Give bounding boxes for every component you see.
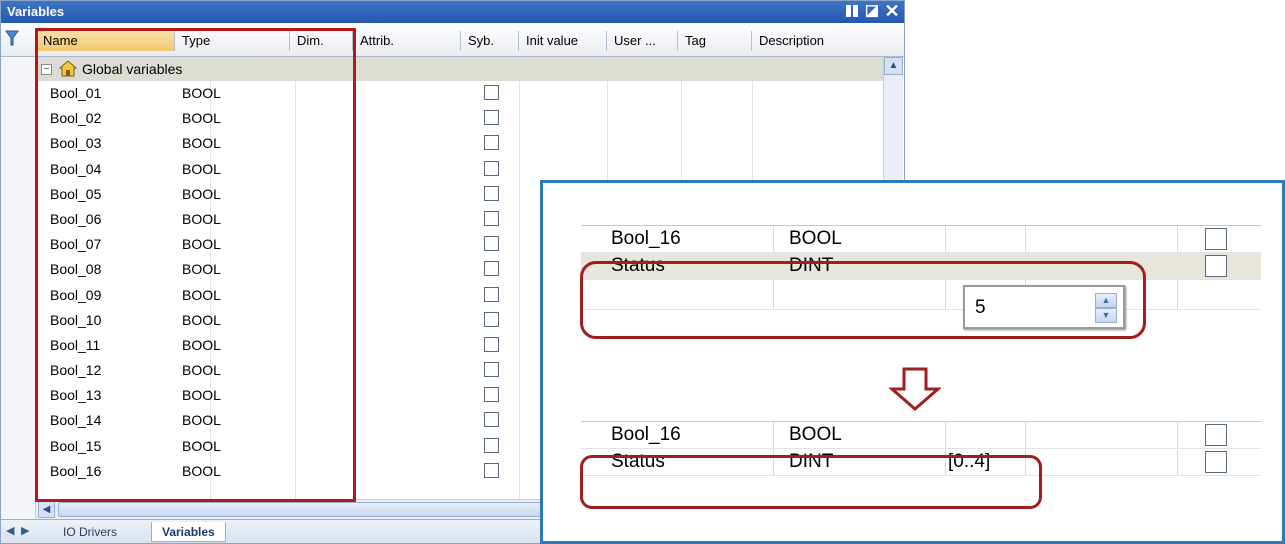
syb-checkbox[interactable] xyxy=(484,462,499,478)
scroll-up-icon[interactable]: ▲ xyxy=(884,57,903,75)
syb-checkbox[interactable] xyxy=(484,236,499,252)
after-row-status-checkbox[interactable] xyxy=(1205,451,1227,473)
syb-checkbox[interactable] xyxy=(484,261,499,277)
syb-checkbox[interactable] xyxy=(484,387,499,403)
tab-variables[interactable]: Variables xyxy=(151,522,226,542)
row-gutter xyxy=(1,57,36,519)
syb-checkbox[interactable] xyxy=(484,135,499,151)
column-header-init-value[interactable]: Init value xyxy=(519,31,607,51)
scroll-left-icon[interactable]: ◀ xyxy=(38,501,55,518)
zoom-callout-panel: Bool_16 BOOL Status DINT 5 ▲ ▼ Bool_16 B… xyxy=(540,180,1285,544)
syb-checkbox[interactable] xyxy=(484,336,499,352)
split-view-icon[interactable] xyxy=(844,3,860,19)
syb-checkbox[interactable] xyxy=(484,85,499,100)
before-highlight-oval xyxy=(580,261,1146,339)
down-arrow-icon xyxy=(889,367,941,411)
name-type-dim-highlight xyxy=(35,28,356,502)
column-header-attrib[interactable]: Attrib. xyxy=(353,31,461,51)
after-highlight-oval xyxy=(580,455,1042,509)
syb-checkbox[interactable] xyxy=(484,311,499,327)
window-titlebar: Variables ◪ ✕ xyxy=(1,1,904,23)
column-header-description[interactable]: Description xyxy=(752,31,883,51)
pin-icon[interactable]: ◪ xyxy=(864,3,880,19)
syb-checkbox[interactable] xyxy=(484,110,499,126)
window-title: Variables xyxy=(7,4,65,19)
after-row-bool16[interactable]: Bool_16 BOOL xyxy=(581,422,1261,449)
column-header-user[interactable]: User ... xyxy=(607,31,678,51)
after-row-bool16-checkbox[interactable] xyxy=(1205,424,1227,446)
tab-next-icon[interactable]: ▶ xyxy=(21,524,29,537)
before-row-status-checkbox[interactable] xyxy=(1205,255,1227,277)
syb-checkbox[interactable] xyxy=(484,437,499,453)
filter-icon[interactable] xyxy=(5,29,19,47)
close-icon[interactable]: ✕ xyxy=(884,2,900,20)
before-row-bool16-checkbox[interactable] xyxy=(1205,228,1227,250)
horizontal-scroll-thumb[interactable] xyxy=(58,502,558,517)
column-header-tag[interactable]: Tag xyxy=(678,31,752,51)
syb-checkbox[interactable] xyxy=(484,412,499,428)
tab-prev-icon[interactable]: ◀ xyxy=(6,524,14,537)
syb-checkbox[interactable] xyxy=(484,286,499,302)
before-row-bool16[interactable]: Bool_16 BOOL xyxy=(581,226,1261,253)
column-header-syb[interactable]: Syb. xyxy=(461,31,519,51)
syb-checkbox[interactable] xyxy=(484,160,499,176)
tab-io-drivers[interactable]: IO Drivers xyxy=(53,522,127,542)
syb-checkbox[interactable] xyxy=(484,362,499,378)
syb-checkbox[interactable] xyxy=(484,185,499,201)
syb-checkbox[interactable] xyxy=(484,210,499,226)
